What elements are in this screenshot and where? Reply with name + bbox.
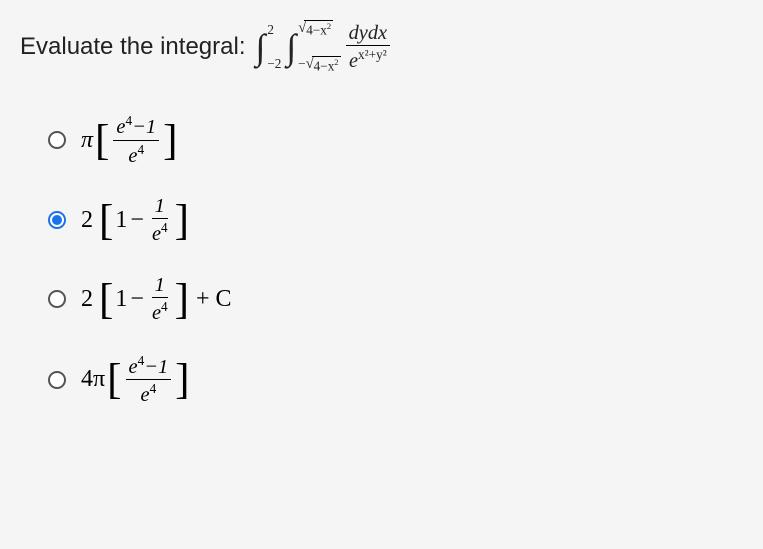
radio-b[interactable]: [48, 211, 66, 229]
radio-a[interactable]: [48, 131, 66, 149]
option-b[interactable]: 2 [ 1 − 1 e4 ]: [20, 196, 743, 245]
radio-c[interactable]: [48, 290, 66, 308]
option-c-math: 2 [ 1 − 1 e4 ] + C: [81, 275, 237, 324]
option-d-math: 4π [ e4−1 e4 ]: [81, 354, 192, 405]
option-a-math: π [ e4−1 e4 ]: [81, 114, 179, 165]
integral-expression: ∫2−2 ∫ √4−x2 −√4−x2 dydx ex²+y²: [253, 20, 392, 74]
option-c[interactable]: 2 [ 1 − 1 e4 ] + C: [20, 275, 743, 324]
question-prompt: Evaluate the integral: ∫2−2 ∫ √4−x2 −√4−…: [20, 20, 743, 74]
question-text: Evaluate the integral:: [20, 33, 245, 61]
radio-d[interactable]: [48, 371, 66, 389]
option-a[interactable]: π [ e4−1 e4 ]: [20, 114, 743, 165]
option-b-math: 2 [ 1 − 1 e4 ]: [81, 196, 191, 245]
option-d[interactable]: 4π [ e4−1 e4 ]: [20, 354, 743, 405]
